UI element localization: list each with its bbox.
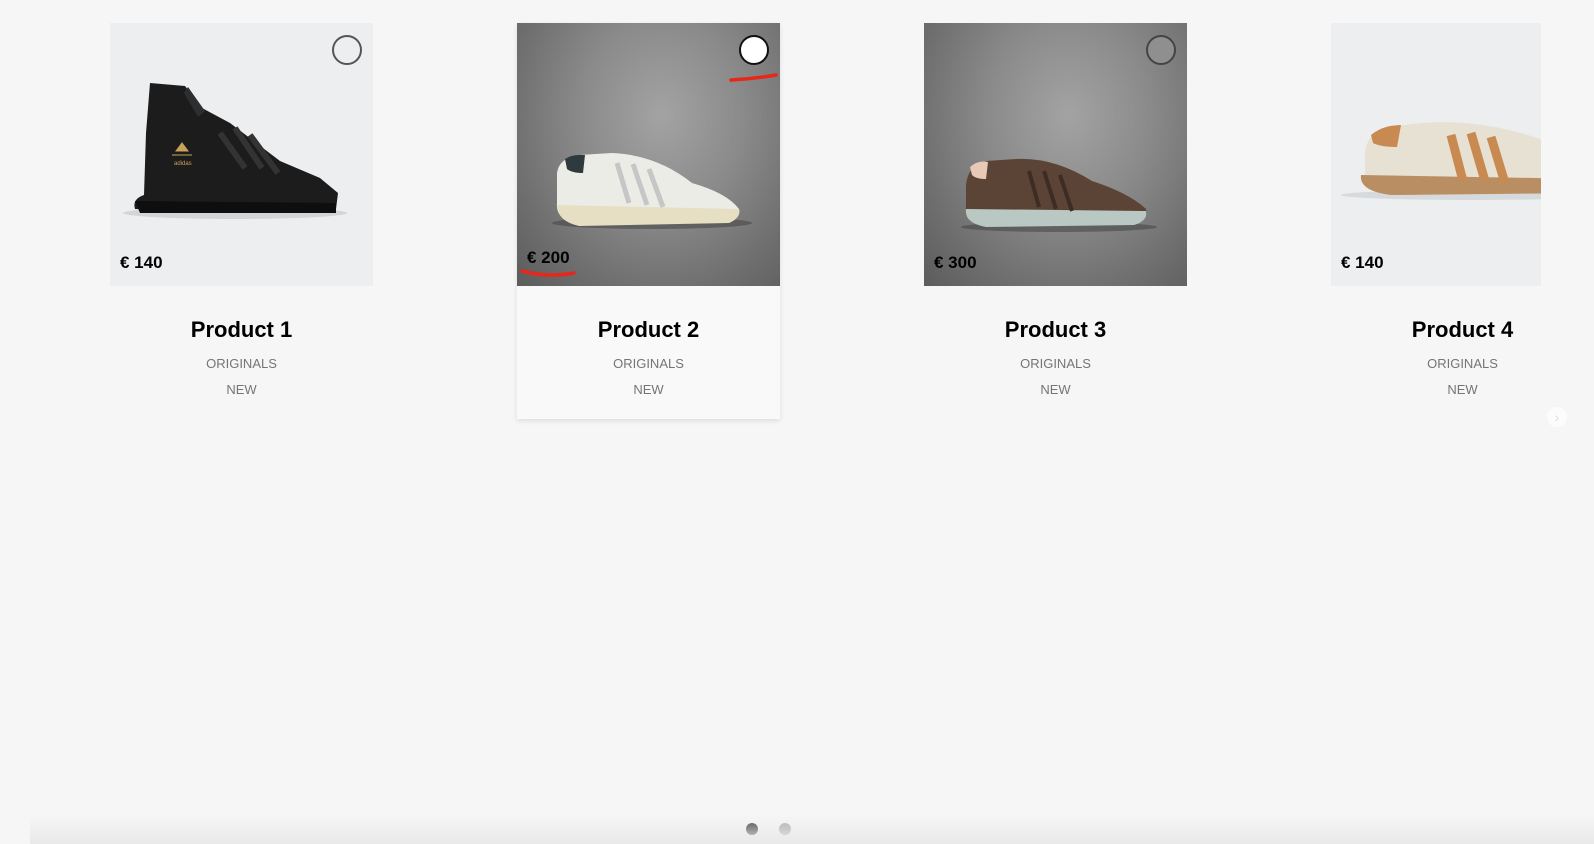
- product-image[interactable]: € 200: [517, 23, 780, 286]
- product-badge: NEW: [633, 382, 664, 397]
- product-name[interactable]: Product 1: [110, 317, 373, 343]
- product-image[interactable]: € 300: [924, 23, 1187, 286]
- product-card[interactable]: € 140 Product 4 ORIGINALS NEW: [1331, 23, 1541, 419]
- product-card[interactable]: adidas € 140 Product 1 ORIGINALS NEW: [110, 23, 373, 419]
- product-price: € 140: [1341, 253, 1384, 272]
- product-badge: NEW: [1040, 382, 1071, 397]
- product-name[interactable]: Product 3: [924, 317, 1187, 343]
- favorite-icon[interactable]: [332, 35, 362, 65]
- product-name[interactable]: Product 2: [517, 317, 780, 343]
- bottom-shadow: [30, 814, 1594, 844]
- sneaker-image: adidas: [123, 83, 347, 219]
- svg-text:adidas: adidas: [174, 161, 192, 167]
- chevron-right-icon[interactable]: ›: [1547, 407, 1567, 427]
- sneaker-image: [1341, 122, 1541, 200]
- favorite-icon[interactable]: [739, 35, 769, 65]
- product-image[interactable]: € 140: [1331, 23, 1541, 286]
- product-card[interactable]: € 200 Product 2 ORIGINALS NEW: [517, 23, 780, 419]
- product-category: ORIGINALS: [613, 356, 684, 371]
- product-price: € 300: [934, 253, 977, 272]
- product-price: € 140: [120, 253, 163, 272]
- product-carousel: adidas € 140 Product 1 ORIGINALS NEW € 2…: [0, 0, 1541, 430]
- product-name[interactable]: Product 4: [1331, 317, 1541, 343]
- product-badge: NEW: [1447, 382, 1478, 397]
- product-image[interactable]: adidas € 140: [110, 23, 373, 286]
- sneaker-image: [961, 158, 1157, 232]
- product-badge: NEW: [226, 382, 257, 397]
- product-category: ORIGINALS: [1020, 356, 1091, 371]
- product-price: € 200: [527, 248, 570, 267]
- product-category: ORIGINALS: [1427, 356, 1498, 371]
- product-card[interactable]: € 300 Product 3 ORIGINALS NEW: [924, 23, 1187, 419]
- product-category: ORIGINALS: [206, 356, 277, 371]
- sneaker-image: [552, 153, 752, 229]
- favorite-icon[interactable]: [1146, 35, 1176, 65]
